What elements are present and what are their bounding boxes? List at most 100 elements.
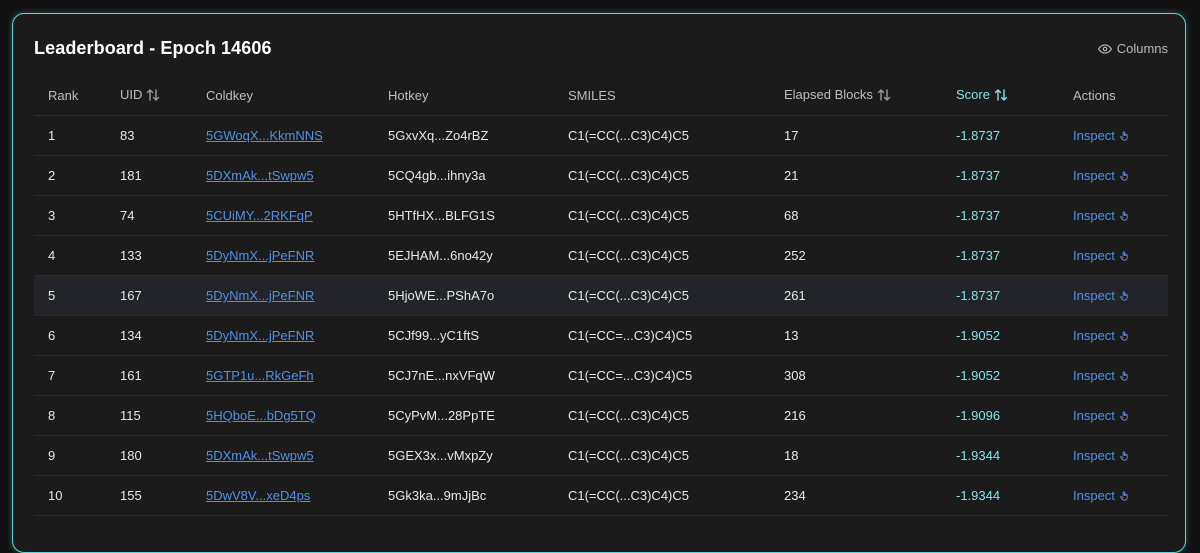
rank-cell: 8: [34, 395, 106, 436]
hotkey-cell: 5HTfHX...BLFG1S: [374, 195, 554, 236]
actions-cell: Inspect: [1059, 275, 1168, 316]
coldkey-link[interactable]: 5CUiMY...2RKFqP: [206, 208, 313, 223]
inspect-button[interactable]: Inspect: [1073, 408, 1130, 423]
columns-button[interactable]: Columns: [1097, 41, 1168, 56]
actions-cell: Inspect: [1059, 235, 1168, 276]
coldkey-cell: 5GTP1u...RkGeFh: [192, 355, 374, 396]
table-row: 8 115 5HQboE...bDg5TQ 5CyPvM...28PpTE C1…: [34, 395, 1168, 436]
table-row: 7 161 5GTP1u...RkGeFh 5CJ7nE...nxVFqW C1…: [34, 355, 1168, 396]
smiles-cell: C1(=CC(...C3)C4)C5: [554, 235, 770, 276]
header-coldkey: Coldkey: [192, 75, 374, 116]
inspect-button[interactable]: Inspect: [1073, 288, 1130, 303]
inspect-label: Inspect: [1073, 168, 1115, 183]
table-row: 10 155 5DwV8V...xeD4ps 5Gk3ka...9mJjBc C…: [34, 475, 1168, 516]
header-score[interactable]: Score: [942, 75, 1059, 116]
score-cell: -1.9344: [942, 475, 1059, 516]
hotkey-cell: 5GEX3x...vMxpZy: [374, 435, 554, 476]
inspect-button[interactable]: Inspect: [1073, 248, 1130, 263]
score-cell: -1.9052: [942, 355, 1059, 396]
actions-cell: Inspect: [1059, 195, 1168, 236]
inspect-label: Inspect: [1073, 208, 1115, 223]
coldkey-cell: 5CUiMY...2RKFqP: [192, 195, 374, 236]
coldkey-link[interactable]: 5DyNmX...jPeFNR: [206, 248, 314, 263]
coldkey-cell: 5GWoqX...KkmNNS: [192, 115, 374, 156]
inspect-button[interactable]: Inspect: [1073, 368, 1130, 383]
sort-icon[interactable]: [877, 88, 891, 104]
coldkey-link[interactable]: 5DXmAk...tSwpw5: [206, 168, 314, 183]
inspect-button[interactable]: Inspect: [1073, 168, 1130, 183]
rank-cell: 1: [34, 115, 106, 156]
smiles-cell: C1(=CC(...C3)C4)C5: [554, 435, 770, 476]
columns-label: Columns: [1116, 41, 1168, 56]
elapsed-blocks-cell: 17: [770, 115, 942, 156]
smiles-cell: C1(=CC=...C3)C4)C5: [554, 355, 770, 396]
coldkey-link[interactable]: 5DwV8V...xeD4ps: [206, 488, 310, 503]
uid-cell: 83: [106, 115, 192, 156]
leaderboard-panel: Leaderboard - Epoch 14606 Columns Rank U…: [12, 13, 1186, 553]
rank-cell: 6: [34, 315, 106, 356]
inspect-button[interactable]: Inspect: [1073, 448, 1130, 463]
hotkey-cell: 5GxvXq...Zo4rBZ: [374, 115, 554, 156]
hotkey-cell: 5EJHAM...6no42y: [374, 235, 554, 276]
elapsed-blocks-cell: 216: [770, 395, 942, 436]
coldkey-cell: 5DXmAk...tSwpw5: [192, 155, 374, 196]
sort-icon[interactable]: [994, 88, 1008, 104]
score-cell: -1.8737: [942, 115, 1059, 156]
actions-cell: Inspect: [1059, 315, 1168, 356]
inspect-button[interactable]: Inspect: [1073, 488, 1130, 503]
pointer-hand-icon: [1119, 330, 1130, 342]
coldkey-link[interactable]: 5DyNmX...jPeFNR: [206, 288, 314, 303]
score-cell: -1.8737: [942, 275, 1059, 316]
score-cell: -1.9096: [942, 395, 1059, 436]
smiles-cell: C1(=CC(...C3)C4)C5: [554, 395, 770, 436]
sort-icon[interactable]: [146, 88, 160, 104]
actions-cell: Inspect: [1059, 395, 1168, 436]
uid-cell: 134: [106, 315, 192, 356]
eye-icon: [1097, 42, 1112, 56]
elapsed-blocks-cell: 18: [770, 435, 942, 476]
coldkey-cell: 5HQboE...bDg5TQ: [192, 395, 374, 436]
uid-cell: 115: [106, 395, 192, 436]
table-row: 2 181 5DXmAk...tSwpw5 5CQ4gb...ihny3a C1…: [34, 155, 1168, 196]
inspect-button[interactable]: Inspect: [1073, 328, 1130, 343]
inspect-button[interactable]: Inspect: [1073, 128, 1130, 143]
header-actions: Actions: [1059, 75, 1168, 116]
rank-cell: 9: [34, 435, 106, 476]
hotkey-cell: 5Gk3ka...9mJjBc: [374, 475, 554, 516]
coldkey-link[interactable]: 5HQboE...bDg5TQ: [206, 408, 316, 423]
rank-cell: 3: [34, 195, 106, 236]
elapsed-blocks-cell: 68: [770, 195, 942, 236]
hotkey-cell: 5CQ4gb...ihny3a: [374, 155, 554, 196]
pointer-hand-icon: [1119, 450, 1130, 462]
inspect-label: Inspect: [1073, 488, 1115, 503]
smiles-cell: C1(=CC(...C3)C4)C5: [554, 275, 770, 316]
coldkey-link[interactable]: 5GWoqX...KkmNNS: [206, 128, 323, 143]
smiles-cell: C1(=CC(...C3)C4)C5: [554, 155, 770, 196]
pointer-hand-icon: [1119, 370, 1130, 382]
pointer-hand-icon: [1119, 250, 1130, 262]
inspect-button[interactable]: Inspect: [1073, 208, 1130, 223]
table-row: 4 133 5DyNmX...jPeFNR 5EJHAM...6no42y C1…: [34, 235, 1168, 276]
coldkey-link[interactable]: 5DXmAk...tSwpw5: [206, 448, 314, 463]
uid-cell: 155: [106, 475, 192, 516]
rank-cell: 2: [34, 155, 106, 196]
inspect-label: Inspect: [1073, 288, 1115, 303]
score-cell: -1.9344: [942, 435, 1059, 476]
hotkey-cell: 5CJ7nE...nxVFqW: [374, 355, 554, 396]
table-body: 1 83 5GWoqX...KkmNNS 5GxvXq...Zo4rBZ C1(…: [34, 115, 1168, 516]
rank-cell: 10: [34, 475, 106, 516]
header-elapsed-blocks[interactable]: Elapsed Blocks: [770, 75, 942, 116]
inspect-label: Inspect: [1073, 328, 1115, 343]
score-cell: -1.8737: [942, 235, 1059, 276]
table-row: 5 167 5DyNmX...jPeFNR 5HjoWE...PShA7o C1…: [34, 275, 1168, 316]
header-uid[interactable]: UID: [106, 75, 192, 116]
coldkey-cell: 5DyNmX...jPeFNR: [192, 235, 374, 276]
pointer-hand-icon: [1119, 170, 1130, 182]
coldkey-link[interactable]: 5DyNmX...jPeFNR: [206, 328, 314, 343]
coldkey-link[interactable]: 5GTP1u...RkGeFh: [206, 368, 314, 383]
rank-cell: 4: [34, 235, 106, 276]
smiles-cell: C1(=CC(...C3)C4)C5: [554, 115, 770, 156]
page-title: Leaderboard - Epoch 14606: [34, 38, 272, 58]
uid-cell: 167: [106, 275, 192, 316]
table-row: 3 74 5CUiMY...2RKFqP 5HTfHX...BLFG1S C1(…: [34, 195, 1168, 236]
